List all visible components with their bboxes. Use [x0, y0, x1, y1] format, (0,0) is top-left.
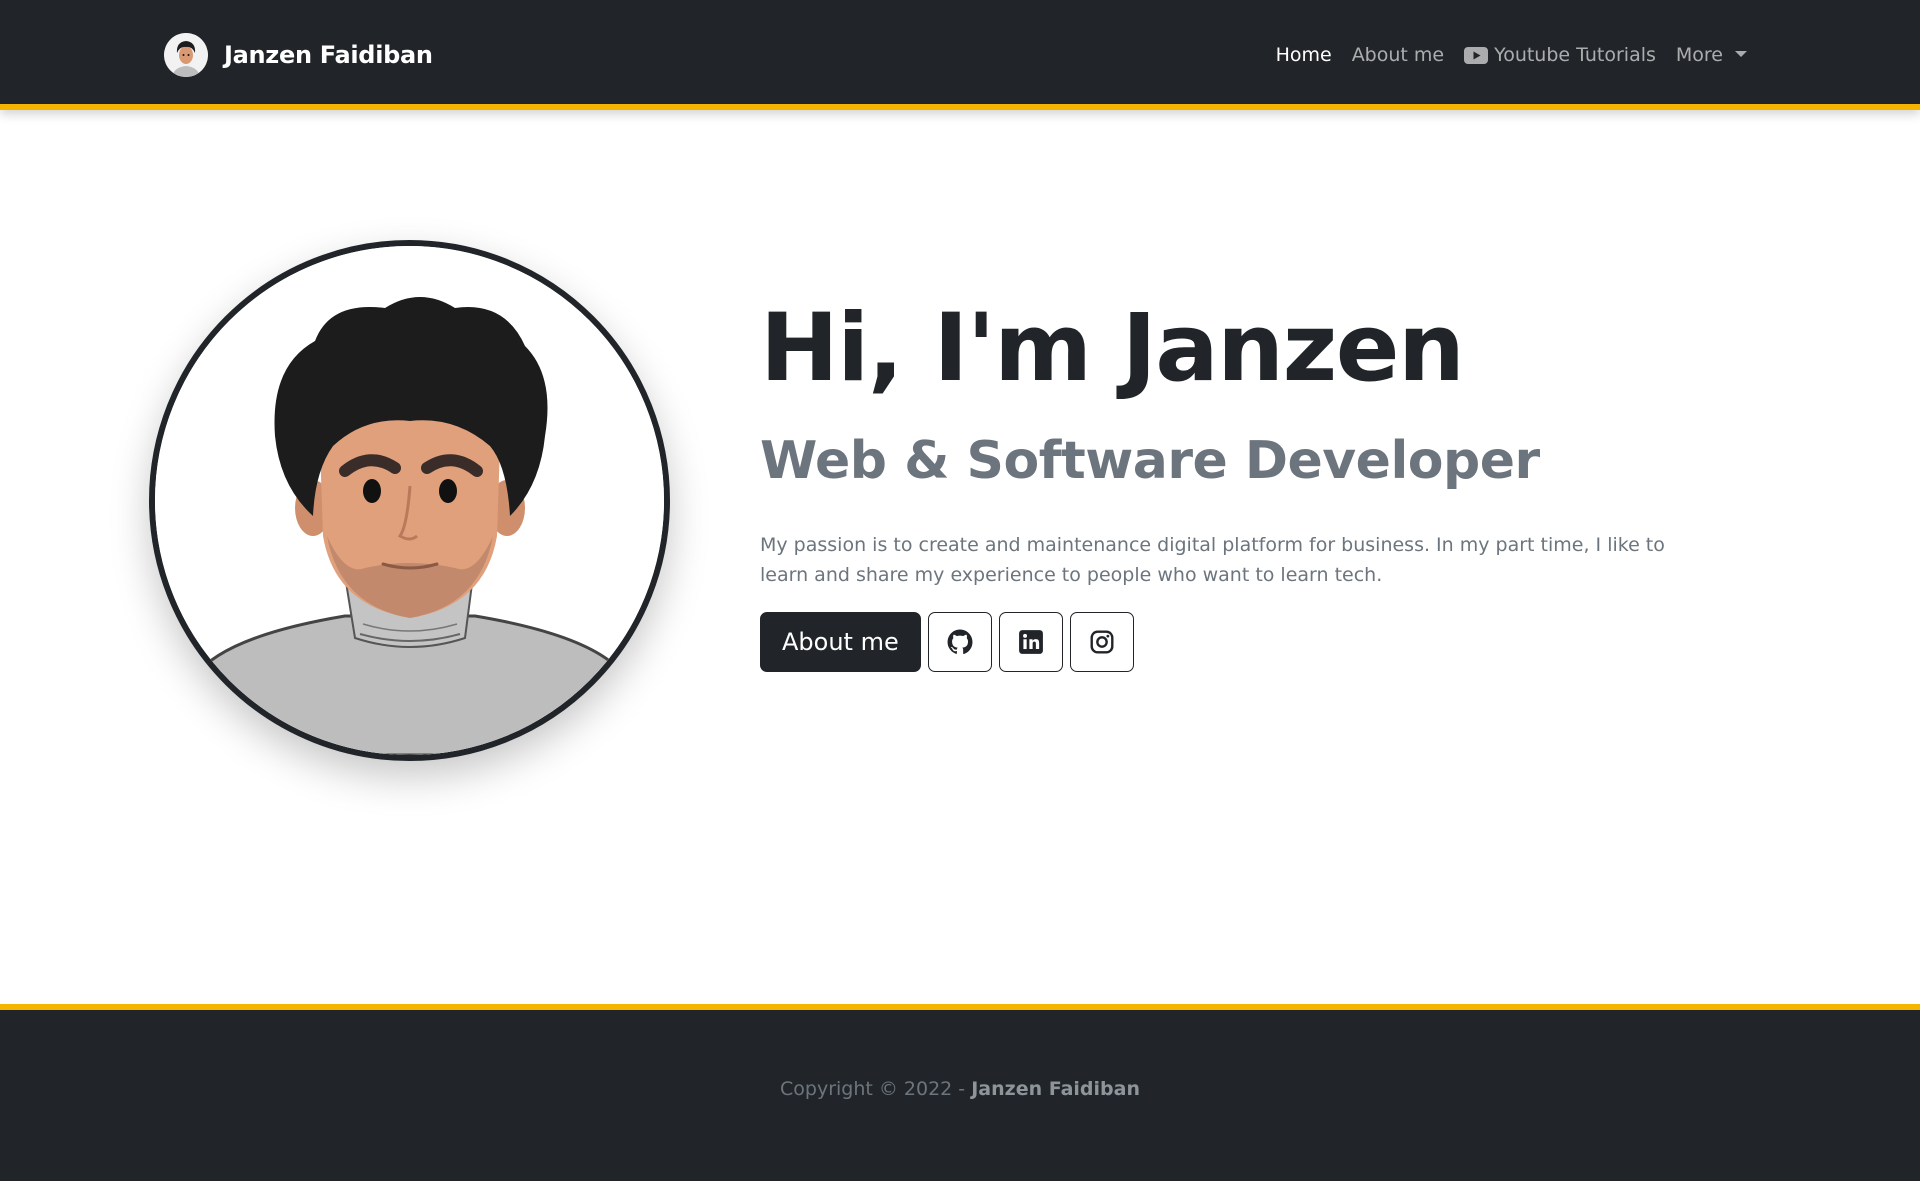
nav-link-label: Home	[1275, 44, 1332, 66]
github-button[interactable]	[927, 611, 992, 672]
instagram-button[interactable]	[1069, 611, 1134, 672]
hero-actions: About me	[760, 611, 1720, 672]
nav-link-home[interactable]: Home	[1276, 44, 1332, 66]
nav-link-label: About me	[1351, 44, 1445, 66]
footer-owner-name: Janzen Faidiban	[971, 1078, 1140, 1100]
profile-avatar	[149, 240, 670, 761]
hero-description: My passion is to create and maintenance …	[760, 533, 1665, 586]
avatar-icon	[164, 33, 208, 77]
navbar-brand[interactable]: Janzen Faidiban	[164, 33, 433, 77]
navbar: Janzen Faidiban Home About me Youtube Tu…	[0, 0, 1920, 110]
nav-link-youtube-tutorials[interactable]: Youtube Tutorials	[1464, 44, 1656, 66]
nav-link-label: More	[1675, 44, 1723, 66]
linkedin-button[interactable]	[998, 611, 1063, 672]
hero-subtitle: Web & Software Developer	[760, 430, 1540, 491]
caret-down-icon	[1735, 50, 1747, 57]
github-icon	[947, 629, 973, 654]
footer: Copyright © 2022 - Janzen Faidiban	[0, 1004, 1920, 1181]
brand-name: Janzen Faidiban	[224, 41, 433, 69]
nav-links: Home About me Youtube Tutorials More	[1276, 0, 1747, 110]
hero-title: Hi, I'm Janzen	[760, 294, 1465, 403]
avatar-illustration	[155, 246, 664, 755]
copyright-text: Copyright © 2022 -	[780, 1078, 972, 1100]
hero-section: Hi, I'm Janzen Web & Software Developer …	[760, 294, 1720, 672]
linkedin-icon	[1018, 629, 1043, 654]
nav-link-about-me[interactable]: About me	[1352, 44, 1444, 66]
youtube-icon	[1464, 46, 1489, 64]
about-me-button[interactable]: About me	[760, 611, 921, 672]
nav-dropdown-more[interactable]: More	[1676, 44, 1747, 66]
instagram-icon	[1090, 630, 1114, 654]
nav-link-label: Youtube Tutorials	[1494, 44, 1656, 66]
footer-copyright: Copyright © 2022 - Janzen Faidiban	[0, 1078, 1920, 1100]
